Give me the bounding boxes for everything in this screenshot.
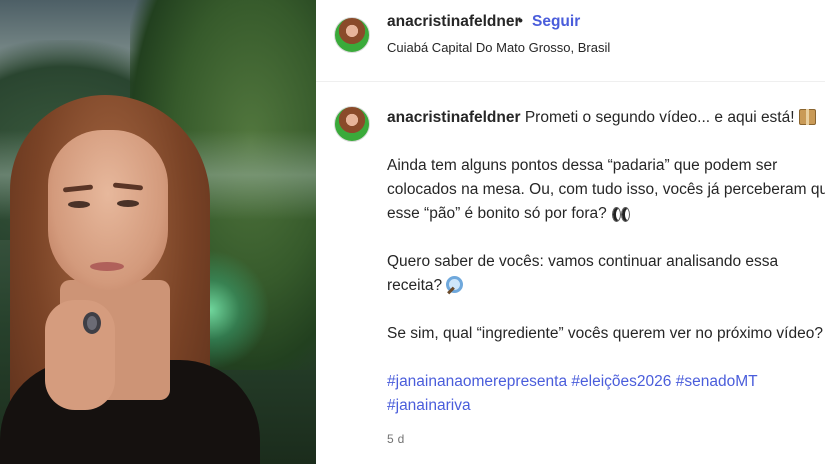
hashtag-link[interactable]: #eleições2026 — [571, 373, 671, 390]
post-details-panel: anacristinafeldner • Seguir Cuiabá Capit… — [316, 0, 825, 464]
eyes-icon — [611, 207, 630, 222]
caption-paragraph-3: Quero saber de vocês: vamos continuar an… — [387, 250, 825, 298]
media-person-eye — [68, 201, 90, 208]
post-location[interactable]: Cuiabá Capital Do Mato Grosso, Brasil — [387, 40, 610, 55]
hashtag-link[interactable]: #janainanaomerepresenta — [387, 373, 567, 390]
caption-paragraph-4: Se sim, qual “ingrediente” vocês querem … — [387, 322, 825, 346]
author-username[interactable]: anacristinafeldner — [387, 13, 521, 31]
caption-paragraph-2-text: Ainda tem alguns pontos dessa “padaria” … — [387, 157, 825, 222]
caption-line1: Prometi o segundo vídeo... e aqui está! — [524, 109, 795, 126]
hashtag-link[interactable]: #janainariva — [387, 397, 471, 414]
package-icon — [798, 109, 816, 125]
post-caption: anacristinafeldner Prometi o segundo víd… — [387, 106, 825, 418]
post-timestamp[interactable]: 5 d — [387, 432, 405, 446]
author-avatar[interactable] — [334, 17, 370, 53]
caption-author-avatar[interactable] — [334, 106, 370, 142]
media-person-hand — [45, 300, 115, 410]
hashtag-link[interactable]: #senadoMT — [676, 373, 758, 390]
caption-username[interactable]: anacristinafeldner — [387, 109, 521, 126]
hashtag-list: #janainanaomerepresenta #eleições2026 #s… — [387, 370, 825, 418]
caption-intro: anacristinafeldner Prometi o segundo víd… — [387, 106, 825, 130]
magnifier-icon — [446, 276, 464, 293]
caption-paragraph-4-text: Se sim, qual “ingrediente” vocês querem … — [387, 325, 823, 342]
post-media[interactable] — [0, 0, 316, 464]
media-person-ring — [83, 312, 101, 334]
follow-separator: • — [518, 12, 523, 28]
media-person-lips — [90, 262, 124, 271]
media-person-eye — [117, 200, 139, 207]
follow-button[interactable]: Seguir — [532, 13, 580, 31]
post-header: anacristinafeldner • Seguir Cuiabá Capit… — [316, 0, 825, 82]
caption-paragraph-2: Ainda tem alguns pontos dessa “padaria” … — [387, 154, 825, 226]
